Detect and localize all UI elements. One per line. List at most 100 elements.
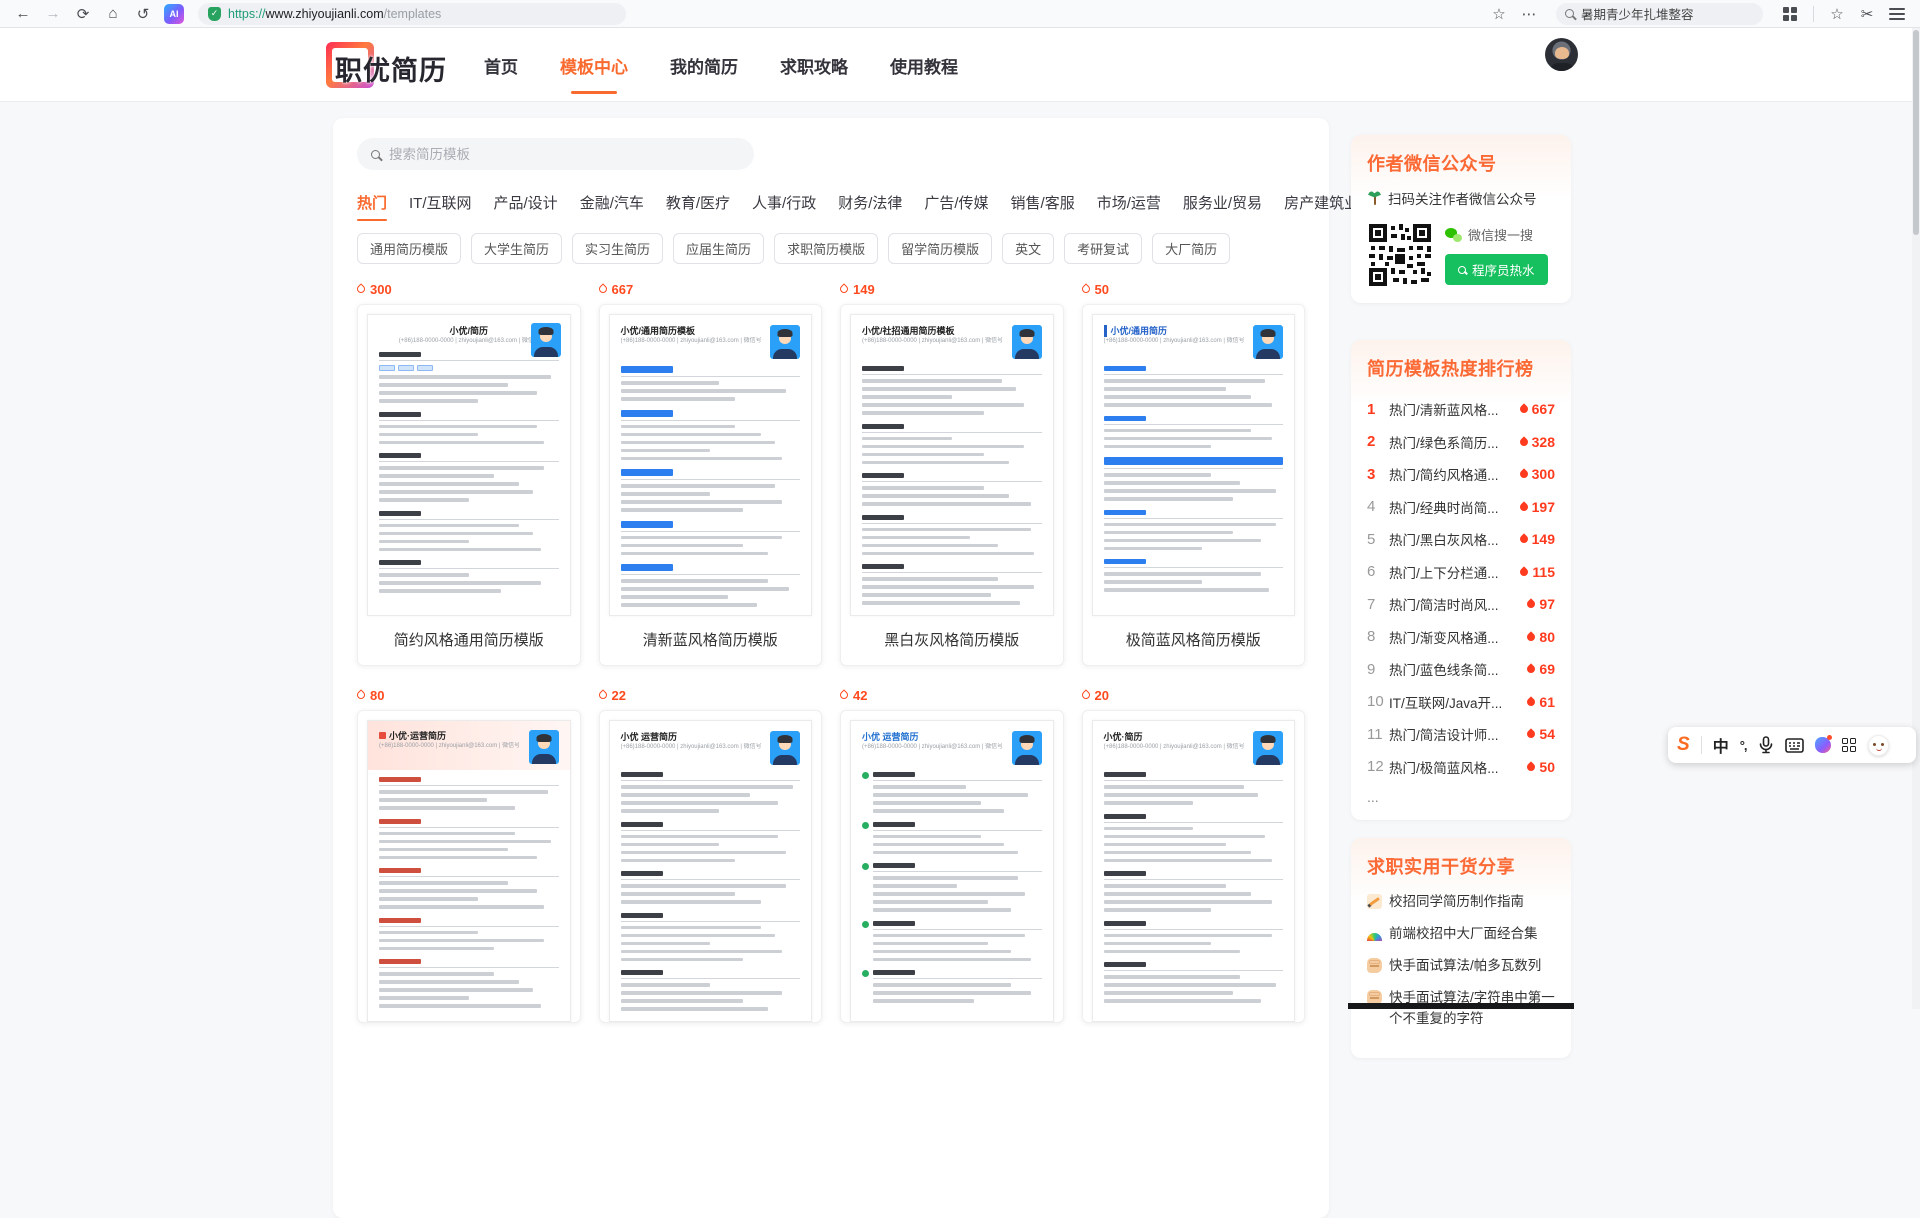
tab-ad-media[interactable]: 广告/传媒	[924, 192, 988, 221]
ime-assistant-icon[interactable]	[1868, 735, 1889, 756]
ranking-item[interactable]: 3 热门/简约风格通... 300	[1367, 458, 1555, 491]
resume-thumbnail[interactable]: 小优·运营简历 (+86)188-0000-0000 | zhiyoujianl…	[367, 720, 571, 1022]
history-icon[interactable]: ↺	[130, 3, 156, 25]
ime-apps-grid-icon[interactable]	[1842, 738, 1857, 753]
site-logo[interactable]: 职优简历	[326, 40, 506, 90]
tip-link[interactable]: 前端校招中大厂面经合集	[1367, 923, 1555, 944]
nav-template-center[interactable]: 模板中心	[558, 29, 630, 102]
pill-english[interactable]: 英文	[1002, 233, 1054, 264]
tab-hot[interactable]: 热门	[357, 192, 387, 221]
template-cell: 667 小优/通用简历模板 (+86)188-0000-0000 | zhiyo…	[599, 280, 823, 666]
ranking-item[interactable]: 5 热门/黑白灰风格... 149	[1367, 523, 1555, 556]
tab-edu-medical[interactable]: 教育/医疗	[666, 192, 730, 221]
site-header: 职优简历 首页 模板中心 我的简历 求职攻略 使用教程	[0, 28, 1920, 102]
tip-link[interactable]: 校招同学简历制作指南	[1367, 891, 1555, 912]
ranking-item[interactable]: 7 热门/简洁时尚风... 97	[1367, 588, 1555, 621]
resume-thumbnail[interactable]: 小优/简历 (+86)188-0000-0000 | zhiyoujianli@…	[367, 314, 571, 616]
screenshot-scissors-icon[interactable]: ✂	[1854, 3, 1880, 25]
ime-punctuation-toggle[interactable]: °,	[1740, 738, 1747, 753]
tab-finance-auto[interactable]: 金融/汽车	[580, 192, 644, 221]
tab-realestate[interactable]: 房产建筑业	[1284, 192, 1359, 221]
pill-graduate[interactable]: 应届生简历	[673, 233, 764, 264]
resume-thumbnail[interactable]: 小优/社招通用简历模板 (+86)188-0000-0000 | zhiyouj…	[850, 314, 1054, 616]
heat-count: 20	[1082, 686, 1306, 704]
sogou-logo-icon[interactable]: S	[1677, 734, 1690, 756]
template-search-bar[interactable]	[357, 138, 754, 170]
template-card[interactable]: 小优/通用简历模板 (+86)188-0000-0000 | zhiyoujia…	[599, 304, 823, 666]
template-card[interactable]: 小优/通用简历 (+86)188-0000-0000 | zhiyoujianl…	[1082, 304, 1306, 666]
template-search-input[interactable]	[389, 147, 740, 162]
scrollbar-thumb[interactable]	[1913, 30, 1919, 235]
nav-home[interactable]: 首页	[482, 29, 520, 102]
template-card[interactable]: 小优 运营简历 (+86)188-0000-0000 | zhiyoujianl…	[599, 710, 823, 1023]
flame-icon	[1518, 501, 1529, 512]
pill-general[interactable]: 通用简历模版	[357, 233, 461, 264]
user-avatar[interactable]	[1545, 38, 1578, 71]
keyboard-icon[interactable]	[1785, 738, 1804, 753]
ranking-item[interactable]: 4 热门/经典时尚简... 197	[1367, 491, 1555, 524]
ssl-shield-icon[interactable]	[208, 7, 221, 21]
main-nav: 首页 模板中心 我的简历 求职攻略 使用教程	[482, 28, 960, 102]
wechat-account-button[interactable]: 程序员热水	[1445, 254, 1548, 285]
bookmark-star-icon[interactable]: ☆	[1486, 3, 1512, 25]
favorites-list-icon[interactable]: ☆	[1824, 3, 1850, 25]
pill-college[interactable]: 大学生简历	[471, 233, 562, 264]
template-title: 简约风格通用简历模版	[358, 616, 580, 665]
template-cell: 20 小优·简历 (+86)188-0000-0000 | zhiyoujian…	[1082, 686, 1306, 1023]
resume-thumbnail[interactable]: 小优 运营简历 (+86)188-0000-0000 | zhiyoujianl…	[850, 720, 1054, 1022]
resume-thumbnail[interactable]: 小优 运营简历 (+86)188-0000-0000 | zhiyoujianl…	[609, 720, 813, 1022]
apps-grid-icon[interactable]	[1777, 3, 1803, 25]
tab-market-ops[interactable]: 市场/运营	[1097, 192, 1161, 221]
template-card[interactable]: 小优·简历 (+86)188-0000-0000 | zhiyoujianli@…	[1082, 710, 1306, 1023]
address-bar[interactable]: https://www.zhiyoujianli.com/templates	[198, 3, 626, 25]
tab-finance-law[interactable]: 财务/法律	[838, 192, 902, 221]
ranking-item[interactable]: 6 热门/上下分栏通... 115	[1367, 556, 1555, 589]
more-dots-icon[interactable]: ⋯	[1516, 3, 1542, 25]
pill-bigtech[interactable]: 大厂简历	[1152, 233, 1230, 264]
ranking-item[interactable]: 2 热门/绿色系简历... 328	[1367, 426, 1555, 459]
sub-category-pills: 通用简历模版 大学生简历 实习生简历 应届生简历 求职简历模版 留学简历模版 英…	[357, 233, 1305, 264]
resume-thumbnail[interactable]: 小优/通用简历模板 (+86)188-0000-0000 | zhiyoujia…	[609, 314, 813, 616]
pill-intern[interactable]: 实习生简历	[572, 233, 663, 264]
ranking-item[interactable]: 9 热门/蓝色线条简... 69	[1367, 653, 1555, 686]
ime-language-toggle[interactable]: 中	[1713, 733, 1729, 757]
reload-icon[interactable]: ⟳	[70, 3, 96, 25]
tip-link[interactable]: 快手面试算法/帕多瓦数列	[1367, 955, 1555, 976]
resume-thumbnail[interactable]: 小优/通用简历 (+86)188-0000-0000 | zhiyoujianl…	[1092, 314, 1296, 616]
template-card[interactable]: 小优·运营简历 (+86)188-0000-0000 | zhiyoujianl…	[357, 710, 581, 1023]
template-card[interactable]: 小优/简历 (+86)188-0000-0000 | zhiyoujianli@…	[357, 304, 581, 666]
forward-icon[interactable]: →	[40, 3, 66, 25]
ranking-item[interactable]: 10 IT/互联网/Java开... 61	[1367, 686, 1555, 719]
tab-hr-admin[interactable]: 人事/行政	[752, 192, 816, 221]
template-card[interactable]: 小优 运营简历 (+86)188-0000-0000 | zhiyoujianl…	[840, 710, 1064, 1023]
back-icon[interactable]: ←	[10, 3, 36, 25]
ranking-item[interactable]: 8 热门/渐变风格通... 80	[1367, 621, 1555, 654]
pill-jobhunt[interactable]: 求职简历模版	[774, 233, 878, 264]
ai-assistant-icon[interactable]: AI	[164, 4, 184, 24]
flame-icon	[355, 689, 366, 700]
pill-postgrad[interactable]: 考研复试	[1064, 233, 1142, 264]
url-text: https://www.zhiyoujianli.com/templates	[228, 7, 441, 21]
ranking-item[interactable]: 1 热门/清新蓝风格... 667	[1367, 393, 1555, 426]
resume-thumbnail[interactable]: 小优·简历 (+86)188-0000-0000 | zhiyoujianli@…	[1092, 720, 1296, 1022]
tab-service-trade[interactable]: 服务业/贸易	[1183, 192, 1262, 221]
flame-icon	[1526, 664, 1537, 675]
home-icon[interactable]: ⌂	[100, 3, 126, 25]
nav-tutorial[interactable]: 使用教程	[888, 29, 960, 102]
resume-avatar	[770, 731, 800, 765]
flame-icon	[1526, 761, 1537, 772]
pill-abroad[interactable]: 留学简历模版	[888, 233, 992, 264]
ranking-item[interactable]: 12 热门/极简蓝风格... 50	[1367, 751, 1555, 784]
ranking-more[interactable]: ...	[1367, 789, 1555, 805]
nav-job-strategy[interactable]: 求职攻略	[778, 29, 850, 102]
template-card[interactable]: 小优/社招通用简历模板 (+86)188-0000-0000 | zhiyouj…	[840, 304, 1064, 666]
tab-sales-service[interactable]: 销售/客服	[1011, 192, 1075, 221]
tab-product-design[interactable]: 产品/设计	[494, 192, 558, 221]
ranking-item[interactable]: 11 热门/简洁设计师... 54	[1367, 718, 1555, 751]
menu-icon[interactable]	[1884, 3, 1910, 25]
nav-my-resume[interactable]: 我的简历	[668, 29, 740, 102]
browser-search-box[interactable]: 暑期青少年扎堆整容	[1556, 3, 1763, 25]
microphone-icon[interactable]	[1758, 736, 1774, 754]
ime-skin-icon[interactable]	[1815, 737, 1831, 753]
tab-it[interactable]: IT/互联网	[409, 192, 472, 221]
